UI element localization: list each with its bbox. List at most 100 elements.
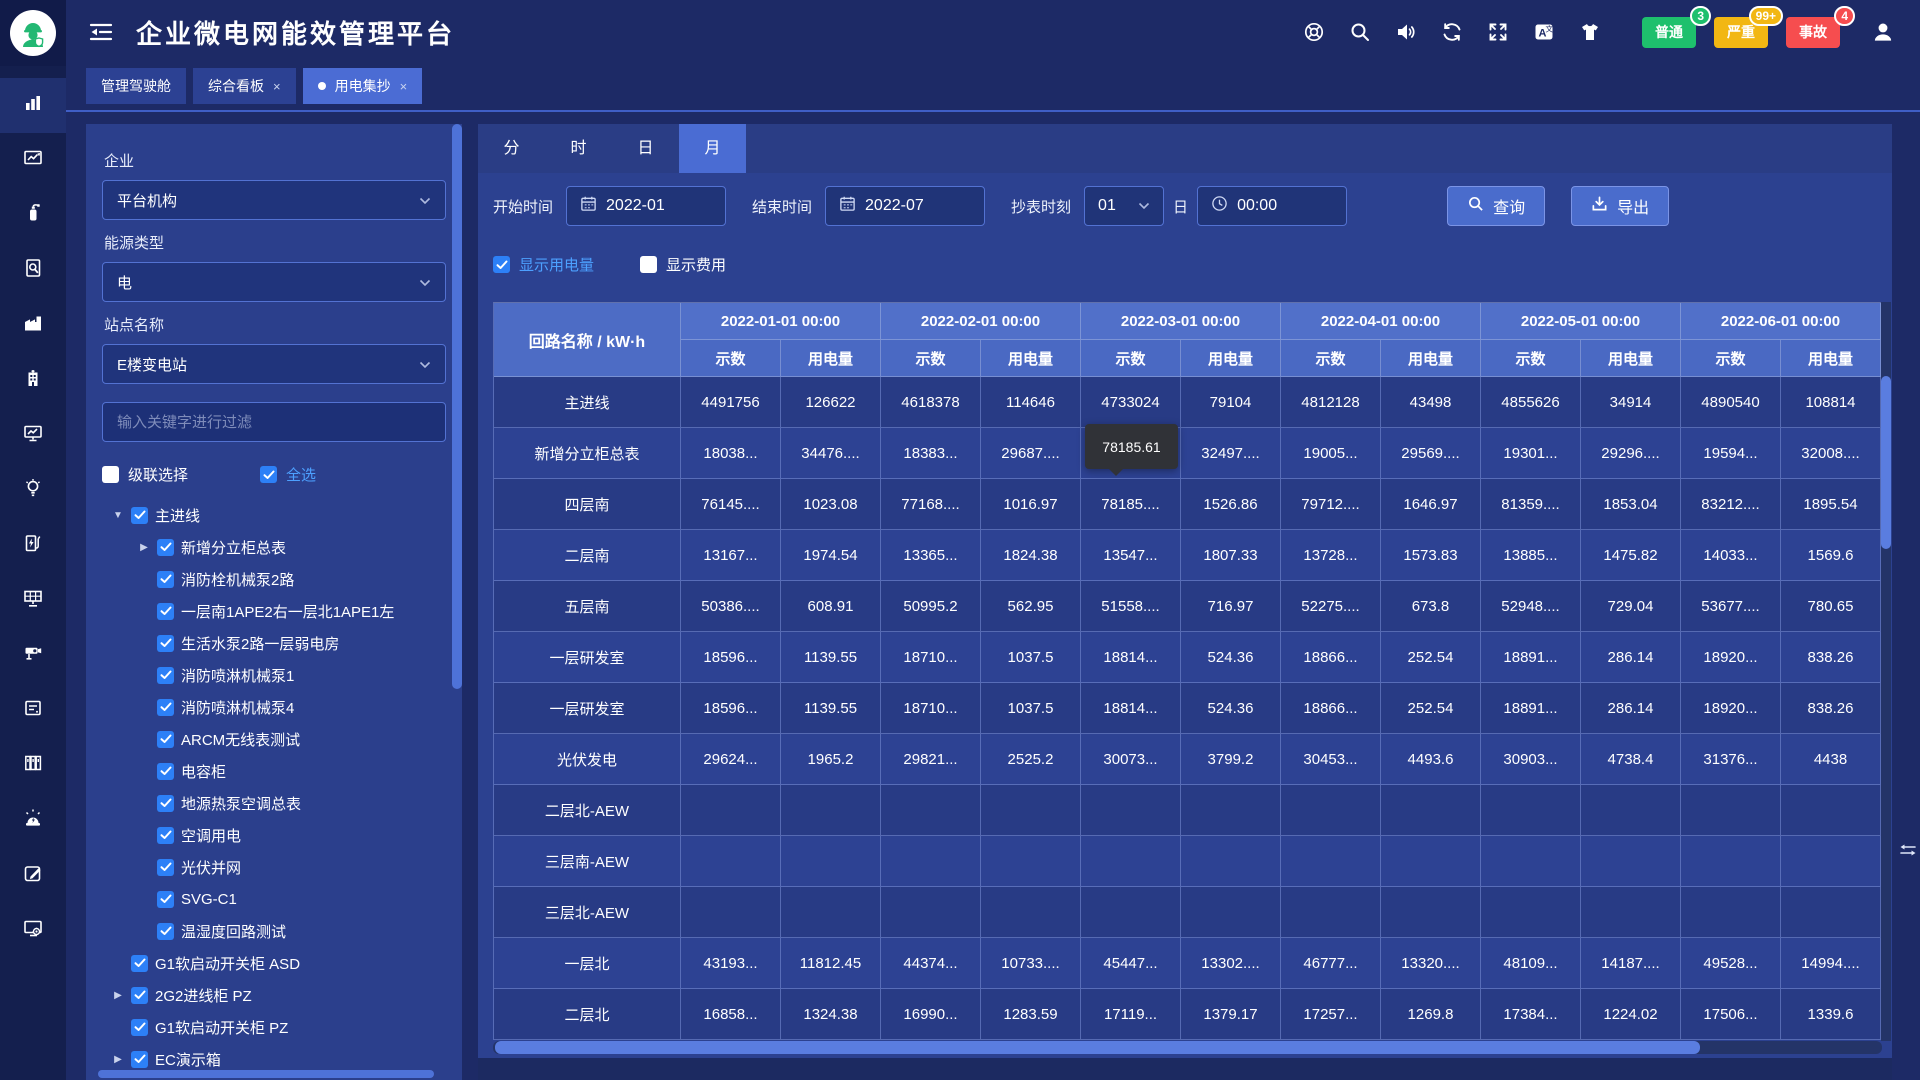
tree-expander-icon[interactable]: ▶ bbox=[138, 542, 150, 553]
select-all-checkbox[interactable]: 全选 bbox=[260, 464, 316, 485]
nav-tab-用电集抄[interactable]: 用电集抄× bbox=[303, 68, 423, 104]
value-cell bbox=[1681, 785, 1781, 836]
tree-item[interactable]: 消防喷淋机械泵1 bbox=[102, 659, 446, 691]
search-button[interactable]: 查询 bbox=[1447, 186, 1545, 226]
close-icon[interactable]: × bbox=[400, 79, 408, 94]
rail-item-bulb-icon[interactable] bbox=[0, 463, 66, 518]
checkbox-icon[interactable] bbox=[131, 955, 148, 972]
alarm-button-严重[interactable]: 严重99+ bbox=[1714, 17, 1768, 48]
checkbox-icon[interactable] bbox=[157, 635, 174, 652]
tree-expander-icon[interactable]: ▼ bbox=[112, 510, 124, 521]
rail-item-system-config-icon[interactable] bbox=[0, 903, 66, 958]
tree-expander-icon[interactable]: ▶ bbox=[112, 990, 124, 1001]
nav-tab-管理驾驶舱[interactable]: 管理驾驶舱 bbox=[86, 68, 186, 104]
tree-item[interactable]: 生活水泵2路一层弱电房 bbox=[102, 627, 446, 659]
rail-item-solar-panel-icon[interactable] bbox=[0, 573, 66, 628]
checkbox-icon[interactable] bbox=[157, 539, 174, 556]
checkbox-icon[interactable] bbox=[157, 827, 174, 844]
rail-item-fire-extinguisher-icon[interactable] bbox=[0, 188, 66, 243]
help-icon[interactable] bbox=[1302, 20, 1326, 44]
filter-select-能源类型[interactable]: 电 bbox=[102, 262, 446, 302]
tree-item[interactable]: 一层南1APE2右一层北1APE1左 bbox=[102, 595, 446, 627]
translate-icon[interactable]: A文 bbox=[1532, 20, 1556, 44]
export-button[interactable]: 导出 bbox=[1571, 186, 1669, 226]
rail-item-archive-icon[interactable] bbox=[0, 738, 66, 793]
tree-filter-input[interactable] bbox=[102, 402, 446, 442]
rail-item-report-search-icon[interactable] bbox=[0, 243, 66, 298]
rail-item-ev-charger-icon[interactable] bbox=[0, 518, 66, 573]
rail-item-edit-icon[interactable] bbox=[0, 848, 66, 903]
checkbox-icon[interactable] bbox=[157, 923, 174, 940]
checkbox-icon[interactable] bbox=[157, 891, 174, 908]
tree-item[interactable]: ▶2G2进线柜 PZ bbox=[102, 979, 446, 1011]
theme-shirt-icon[interactable] bbox=[1578, 20, 1602, 44]
nav-tab-综合看板[interactable]: 综合看板× bbox=[193, 68, 296, 104]
filter-select-站点名称[interactable]: E楼变电站 bbox=[102, 344, 446, 384]
tree-item[interactable]: ARCM无线表测试 bbox=[102, 723, 446, 755]
value-cell: 1965.2 bbox=[781, 734, 881, 785]
tree-item[interactable]: 消防栓机械泵2路 bbox=[102, 563, 446, 595]
rail-item-server-icon[interactable] bbox=[0, 683, 66, 738]
rail-item-factory-icon[interactable] bbox=[0, 298, 66, 353]
tree-item[interactable]: ▼主进线 bbox=[102, 499, 446, 531]
display-option-显示费用[interactable]: 显示费用 bbox=[640, 254, 726, 275]
tree-item[interactable]: 地源热泵空调总表 bbox=[102, 787, 446, 819]
checkbox-icon[interactable] bbox=[157, 603, 174, 620]
checkbox-icon[interactable] bbox=[131, 987, 148, 1004]
drawer-toggle-icon[interactable] bbox=[1898, 840, 1918, 860]
tree-item[interactable]: 光伏并网 bbox=[102, 851, 446, 883]
rail-item-bar-chart-icon[interactable] bbox=[0, 78, 66, 133]
tree-item[interactable]: 温湿度回路测试 bbox=[102, 915, 446, 947]
display-option-显示用电量[interactable]: 显示用电量 bbox=[493, 254, 594, 275]
alarm-button-普通[interactable]: 普通3 bbox=[1642, 17, 1696, 48]
tree-item[interactable]: G1软启动开关柜 PZ bbox=[102, 1011, 446, 1043]
checkbox-icon[interactable] bbox=[131, 507, 148, 524]
panel-vertical-scrollbar[interactable] bbox=[452, 124, 462, 689]
meter-day-select[interactable]: 01 bbox=[1084, 186, 1164, 226]
tree-expander-icon[interactable]: ▶ bbox=[112, 1054, 124, 1065]
checkbox-icon[interactable] bbox=[131, 1051, 148, 1068]
close-icon[interactable]: × bbox=[273, 79, 281, 94]
checkbox-icon[interactable] bbox=[157, 859, 174, 876]
checkbox-icon[interactable] bbox=[157, 571, 174, 588]
checkbox-icon[interactable] bbox=[157, 795, 174, 812]
meter-clock-input[interactable]: 00:00 bbox=[1197, 186, 1347, 226]
filter-select-企业[interactable]: 平台机构 bbox=[102, 180, 446, 220]
user-icon[interactable] bbox=[1870, 19, 1896, 45]
cascade-select-checkbox[interactable]: 级联选择 bbox=[102, 464, 260, 485]
panel-horizontal-scrollbar[interactable] bbox=[98, 1070, 434, 1078]
checkbox-icon[interactable] bbox=[157, 667, 174, 684]
search-icon[interactable] bbox=[1348, 20, 1372, 44]
table-vertical-scrollbar-thumb[interactable] bbox=[1881, 376, 1891, 549]
volume-icon[interactable] bbox=[1394, 20, 1418, 44]
rail-item-building-icon[interactable] bbox=[0, 353, 66, 408]
refresh-icon[interactable] bbox=[1440, 20, 1464, 44]
period-tab-分[interactable]: 分 bbox=[478, 124, 545, 173]
fullscreen-icon[interactable] bbox=[1486, 20, 1510, 44]
checkbox-icon[interactable] bbox=[131, 1019, 148, 1036]
rail-item-alarm-light-icon[interactable] bbox=[0, 793, 66, 848]
tree-item[interactable]: ▶新增分立柜总表 bbox=[102, 531, 446, 563]
tree-item[interactable]: G1软启动开关柜 ASD bbox=[102, 947, 446, 979]
checkbox-icon[interactable] bbox=[157, 699, 174, 716]
value-cell: 79104 bbox=[1181, 377, 1281, 428]
period-tab-时[interactable]: 时 bbox=[545, 124, 612, 173]
tree-item[interactable]: SVG-C1 bbox=[102, 883, 446, 915]
checkbox-icon[interactable] bbox=[157, 731, 174, 748]
rail-item-trend-chart-icon[interactable] bbox=[0, 133, 66, 188]
value-cell: 1569.6 bbox=[1781, 530, 1881, 581]
collapse-menu-icon[interactable] bbox=[88, 20, 114, 44]
period-tab-月[interactable]: 月 bbox=[679, 124, 746, 173]
table-horizontal-scrollbar-thumb[interactable] bbox=[495, 1041, 1700, 1054]
tree-item[interactable]: 消防喷淋机械泵4 bbox=[102, 691, 446, 723]
value-cell: 1974.54 bbox=[781, 530, 881, 581]
start-time-input[interactable]: 2022-01 bbox=[566, 186, 726, 226]
rail-item-camera-icon[interactable] bbox=[0, 628, 66, 683]
tree-item[interactable]: 空调用电 bbox=[102, 819, 446, 851]
rail-item-monitor-chart-icon[interactable] bbox=[0, 408, 66, 463]
tree-item[interactable]: 电容柜 bbox=[102, 755, 446, 787]
alarm-button-事故[interactable]: 事故4 bbox=[1786, 17, 1840, 48]
end-time-input[interactable]: 2022-07 bbox=[825, 186, 985, 226]
checkbox-icon[interactable] bbox=[157, 763, 174, 780]
period-tab-日[interactable]: 日 bbox=[612, 124, 679, 173]
